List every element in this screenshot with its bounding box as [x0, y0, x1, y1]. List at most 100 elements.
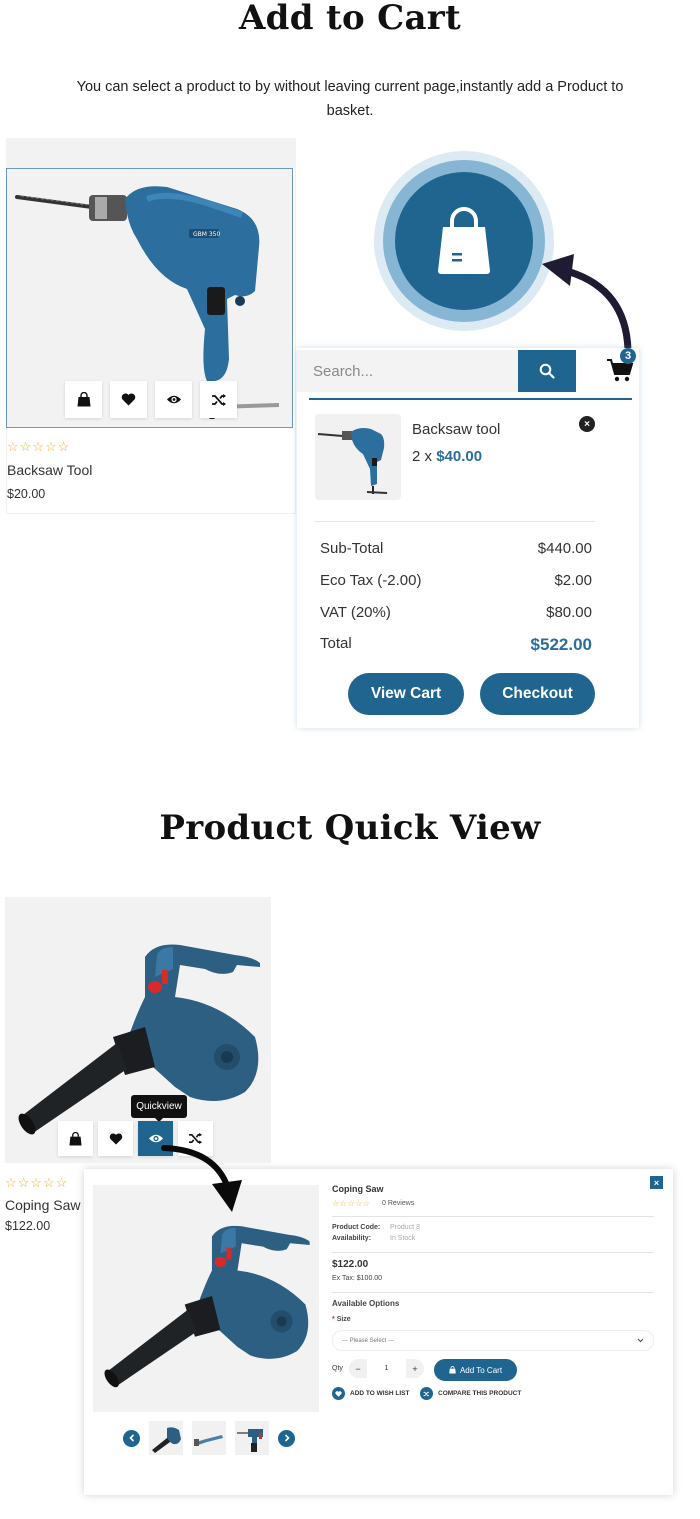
product-price: $20.00: [7, 487, 46, 501]
search-button[interactable]: [518, 350, 576, 392]
heart-icon: [109, 1132, 122, 1145]
eye-icon: [166, 395, 181, 404]
total-value: $522.00: [530, 635, 592, 654]
compare-label: COMPARE THIS PRODUCT: [438, 1390, 522, 1397]
product-rating-stars: ☆☆☆☆☆: [7, 439, 71, 454]
carousel-prev-button[interactable]: [123, 1429, 140, 1447]
wishlist-button[interactable]: [98, 1121, 133, 1156]
modal-divider: [332, 1252, 654, 1253]
wishlist-label: ADD TO WISH LIST: [350, 1390, 410, 1397]
chevron-left-icon: [128, 1434, 134, 1442]
available-options-heading: Available Options: [332, 1299, 400, 1308]
shuffle-icon: [211, 393, 226, 406]
product-price: $122.00: [5, 1219, 51, 1233]
modal-ex-tax: Ex Tax: $100.00: [332, 1275, 383, 1282]
remove-item-button[interactable]: ×: [579, 416, 595, 432]
shopping-bag-icon: [449, 1366, 456, 1374]
modal-divider: [332, 1292, 654, 1293]
thumbnail-blower[interactable]: [149, 1421, 183, 1455]
cart-divider: [315, 521, 595, 522]
heart-icon: [335, 1390, 342, 1397]
search-icon: [539, 363, 555, 379]
thumbnail-carousel: [123, 1421, 295, 1455]
availability-label: Availability:: [332, 1235, 372, 1242]
drill-thumbnail-illustration: [237, 1429, 263, 1452]
cart-item-name[interactable]: Backsaw tool: [412, 421, 500, 438]
quick-view-heading: Product Quick View: [159, 808, 541, 848]
curved-arrow-icon: [161, 1145, 242, 1212]
search-input[interactable]: Search...: [297, 350, 518, 392]
chevron-down-icon: [637, 1338, 644, 1343]
product-name[interactable]: Coping Saw: [5, 1197, 81, 1213]
size-select-value: --- Please Select ---: [342, 1337, 395, 1344]
vat-label: VAT (20%): [320, 604, 391, 621]
shopping-bag-icon: [69, 1131, 82, 1145]
shuffle-icon: [423, 1391, 430, 1396]
shopping-bag-icon: [438, 207, 490, 274]
product-rating-stars: ☆☆☆☆☆: [5, 1175, 69, 1190]
shuffle-icon-circle: [420, 1387, 433, 1400]
subtotal-label: Sub-Total: [320, 540, 384, 557]
wishlist-button[interactable]: [110, 381, 147, 418]
view-cart-button[interactable]: View Cart: [348, 673, 464, 715]
total-label: Total: [320, 635, 352, 652]
eco-tax-label: Eco Tax (-2.00): [320, 572, 422, 589]
svg-text:GBM 350: GBM 350: [193, 231, 220, 238]
carousel-next-button[interactable]: [278, 1429, 295, 1447]
cart-item-price: $40.00: [436, 448, 483, 465]
compare-button[interactable]: [200, 381, 237, 418]
cart-item-quantity-price: 2 x $40.00: [412, 448, 482, 465]
cart-dropdown-panel: [297, 348, 639, 728]
product-code-value: Product 8: [390, 1224, 420, 1231]
availability-value: In Stock: [390, 1235, 416, 1242]
required-marker: *: [332, 1316, 335, 1323]
quickview-button[interactable]: [155, 381, 192, 418]
compare-product-link[interactable]: COMPARE THIS PRODUCT: [420, 1387, 521, 1400]
qty-increase-button[interactable]: +: [406, 1364, 424, 1374]
cart-dropdown-top-border: [309, 398, 632, 400]
subtotal-value: $440.00: [537, 540, 592, 557]
modal-price: $122.00: [332, 1259, 369, 1270]
add-to-cart-button[interactable]: [65, 381, 102, 418]
product-action-bar: [65, 381, 237, 418]
vat-value: $80.00: [546, 604, 592, 621]
grinder-thumbnail-illustration: [194, 1435, 223, 1446]
modal-product-title: Coping Saw: [332, 1184, 384, 1194]
add-to-cart-description: You can select a product to by without l…: [76, 79, 624, 119]
modal-divider: [332, 1216, 654, 1217]
drill-thumbnail-illustration: [317, 428, 388, 494]
curved-arrow-icon: [542, 254, 632, 354]
blower-thumbnail-illustration: [152, 1427, 181, 1453]
modal-rating-stars: ☆☆☆☆☆: [332, 1199, 371, 1208]
modal-add-to-cart-button[interactable]: Add To Cart: [434, 1359, 517, 1381]
close-icon: ×: [584, 418, 590, 430]
cart-count-badge: 3: [620, 348, 636, 364]
heart-icon-circle: [332, 1387, 345, 1400]
thumbnail-drill[interactable]: [235, 1421, 269, 1455]
add-to-cart-button[interactable]: [58, 1121, 93, 1156]
quantity-stepper: − 1 +: [349, 1359, 424, 1378]
subtotal-row: Sub-Total $440.00: [320, 540, 592, 557]
add-to-cart-heading: Add to Cart: [239, 0, 461, 38]
cart-highlight-circle: [395, 172, 533, 310]
eco-tax-row: Eco Tax (-2.00) $2.00: [320, 572, 592, 589]
vat-row: VAT (20%) $80.00: [320, 604, 592, 621]
eco-tax-value: $2.00: [554, 572, 592, 589]
heart-icon: [121, 393, 136, 406]
shopping-bag-icon: [77, 392, 90, 407]
checkout-button[interactable]: Checkout: [480, 673, 595, 715]
qty-input[interactable]: 1: [367, 1359, 406, 1378]
add-to-cart-label: Add To Cart: [459, 1365, 503, 1375]
size-select[interactable]: --- Please Select ---: [332, 1330, 654, 1351]
qty-decrease-button[interactable]: −: [349, 1364, 367, 1374]
cart-item-thumbnail[interactable]: [315, 414, 401, 500]
product-card-header-band: [6, 138, 296, 168]
total-row: Total $522.00: [320, 635, 592, 655]
modal-reviews-link[interactable]: 0 Reviews: [382, 1200, 414, 1207]
qty-label: Qty: [332, 1365, 343, 1372]
thumbnail-grinder[interactable]: [192, 1421, 226, 1455]
quickview-tooltip: Quickview: [131, 1095, 187, 1122]
add-to-wishlist-link[interactable]: ADD TO WISH LIST: [332, 1387, 409, 1400]
product-name[interactable]: Backsaw Tool: [7, 462, 92, 478]
modal-close-button[interactable]: ×: [650, 1176, 663, 1189]
